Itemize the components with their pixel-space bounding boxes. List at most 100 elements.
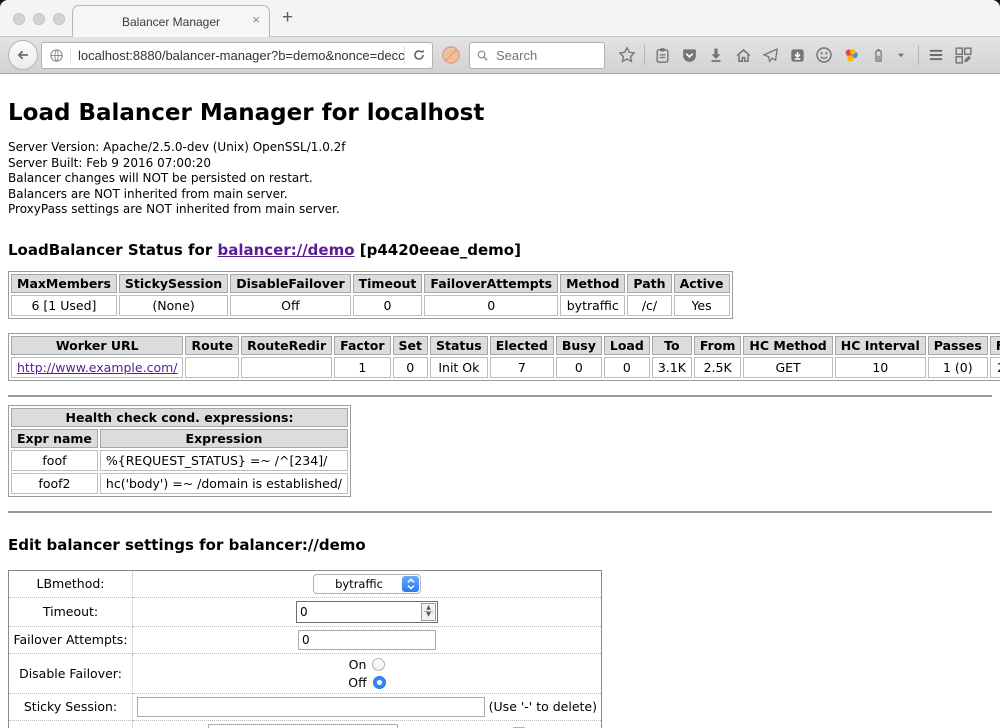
- health-table-title: Health check cond. expressions:: [11, 408, 348, 427]
- download-panel-icon[interactable]: [787, 45, 807, 65]
- expression-cell: hc('body') =~ /domain is established/: [100, 473, 348, 494]
- zoom-window-button[interactable]: [53, 13, 65, 25]
- column-header: HC Method: [743, 336, 832, 355]
- table-row: foof %{REQUEST_STATUS} =~ /^[234]/: [11, 450, 348, 471]
- cell: GET: [743, 357, 832, 378]
- disable-failover-on-radio[interactable]: [372, 658, 385, 671]
- cell: 2.5K: [694, 357, 742, 378]
- url-bar[interactable]: localhost:8880/balancer-manager?b=demo&n…: [41, 42, 433, 69]
- cell: [241, 357, 332, 378]
- colors-extension-icon[interactable]: [841, 45, 861, 65]
- battery-icon[interactable]: [868, 45, 888, 65]
- column-header: DisableFailover: [230, 274, 350, 293]
- column-header: HC Interval: [835, 336, 926, 355]
- column-header: Load: [604, 336, 650, 355]
- add-new-worker-label: Add New Worker:: [9, 720, 133, 728]
- failover-attempts-input[interactable]: [298, 630, 436, 650]
- toolbar-separator: [918, 45, 919, 65]
- disable-failover-label: Disable Failover:: [9, 653, 133, 693]
- cell: 3.1K: [652, 357, 692, 378]
- timeout-input-wrap: ▲▼: [296, 601, 438, 623]
- column-header: StickySession: [119, 274, 228, 293]
- cell: [185, 357, 239, 378]
- reload-button[interactable]: [405, 48, 432, 62]
- navigation-toolbar: localhost:8880/balancer-manager?b=demo&n…: [0, 36, 1000, 74]
- column-header: Method: [560, 274, 625, 293]
- reading-list-icon[interactable]: [652, 45, 672, 65]
- edit-balancer-form: LBmethod: bytraffic Timeout:: [8, 570, 602, 728]
- health-col-expression: Expression: [100, 429, 348, 448]
- table-row: foof2 hc('body') =~ /domain is establish…: [11, 473, 348, 494]
- cell: Init Ok: [430, 357, 488, 378]
- column-header: Active: [674, 274, 730, 293]
- back-arrow-icon: [15, 47, 31, 63]
- column-header: Passes: [928, 336, 988, 355]
- tiles-edit-icon[interactable]: [953, 45, 973, 65]
- search-input[interactable]: [494, 47, 588, 64]
- url-text[interactable]: localhost:8880/balancer-manager?b=demo&n…: [71, 48, 404, 63]
- sticky-session-input[interactable]: [137, 697, 485, 717]
- radio-off-label: Off: [348, 675, 366, 690]
- server-version-line: Server Version: Apache/2.5.0-dev (Unix) …: [8, 140, 992, 156]
- table-row: http://www.example.com/10Init Ok7003.1K2…: [11, 357, 1000, 378]
- lbmethod-select[interactable]: bytraffic: [313, 574, 421, 594]
- column-header: From: [694, 336, 742, 355]
- pocket-icon[interactable]: [679, 45, 699, 65]
- cell: Off: [230, 295, 350, 316]
- url-path: /balancer-manager?b=demo&nonce=decc37be-…: [162, 48, 404, 63]
- cell: 6 [1 Used]: [11, 295, 117, 316]
- send-plane-icon[interactable]: [760, 45, 780, 65]
- search-icon: [476, 49, 489, 62]
- column-header: Timeout: [353, 274, 423, 293]
- table-row: 6 [1 Used](None)Off00bytraffic/c/Yes: [11, 295, 730, 316]
- search-bar[interactable]: [469, 42, 605, 69]
- minimize-window-button[interactable]: [33, 13, 45, 25]
- health-check-table: Health check cond. expressions: Expr nam…: [8, 405, 351, 497]
- tab-close-icon[interactable]: ×: [252, 13, 260, 27]
- expr-name-cell: foof2: [11, 473, 98, 494]
- home-icon[interactable]: [733, 45, 753, 65]
- new-tab-button[interactable]: +: [282, 8, 293, 28]
- column-header: Path: [627, 274, 671, 293]
- bookmark-star-icon[interactable]: [617, 45, 637, 65]
- column-header: Elected: [490, 336, 554, 355]
- expression-cell: %{REQUEST_STATUS} =~ /^[234]/: [100, 450, 348, 471]
- page-title: Load Balancer Manager for localhost: [8, 100, 992, 126]
- cell: /c/: [627, 295, 671, 316]
- sticky-session-label: Sticky Session:: [9, 693, 133, 720]
- number-spinner[interactable]: ▲▼: [421, 603, 436, 621]
- failover-attempts-label: Failover Attempts:: [9, 626, 133, 653]
- downloads-icon[interactable]: [706, 45, 726, 65]
- chevron-down-icon[interactable]: [891, 45, 911, 65]
- persist-notice-line: Balancer changes will NOT be persisted o…: [8, 171, 992, 187]
- proxypass-notice-line: ProxyPass settings are NOT inherited fro…: [8, 202, 992, 218]
- back-button[interactable]: [8, 40, 38, 70]
- server-built-line: Server Built: Feb 9 2016 07:00:20: [8, 156, 992, 172]
- divider: [8, 395, 992, 397]
- cell: 10: [835, 357, 926, 378]
- cell: 0: [393, 357, 428, 378]
- feedback-smiley-icon[interactable]: [814, 45, 834, 65]
- toolbar-icons: [617, 45, 973, 65]
- worker-url-link[interactable]: http://www.example.com/: [17, 360, 177, 375]
- globe-icon: [42, 48, 71, 63]
- page-content: Load Balancer Manager for localhost Serv…: [0, 100, 1000, 728]
- timeout-input[interactable]: [297, 605, 421, 619]
- column-header: Fails: [990, 336, 1000, 355]
- disable-failover-off-radio[interactable]: [373, 676, 386, 689]
- tab-balancer-manager[interactable]: Balancer Manager ×: [72, 5, 270, 37]
- window-controls: [13, 13, 65, 25]
- add-new-worker-input[interactable]: [208, 724, 398, 728]
- lbmethod-selected-value: bytraffic: [316, 577, 402, 591]
- select-arrows-icon: [402, 576, 419, 592]
- column-header: FailoverAttempts: [424, 274, 558, 293]
- loadbalancer-status-heading: LoadBalancer Status for balancer://demo …: [8, 241, 992, 259]
- balancer-demo-link[interactable]: balancer://demo: [217, 241, 354, 259]
- cell: 0: [604, 357, 650, 378]
- column-header: Busy: [556, 336, 602, 355]
- inherit-notice-line: Balancers are NOT inherited from main se…: [8, 187, 992, 203]
- menu-hamburger-icon[interactable]: [926, 45, 946, 65]
- close-window-button[interactable]: [13, 13, 25, 25]
- content-blocked-icon[interactable]: [439, 45, 463, 65]
- cell: (None): [119, 295, 228, 316]
